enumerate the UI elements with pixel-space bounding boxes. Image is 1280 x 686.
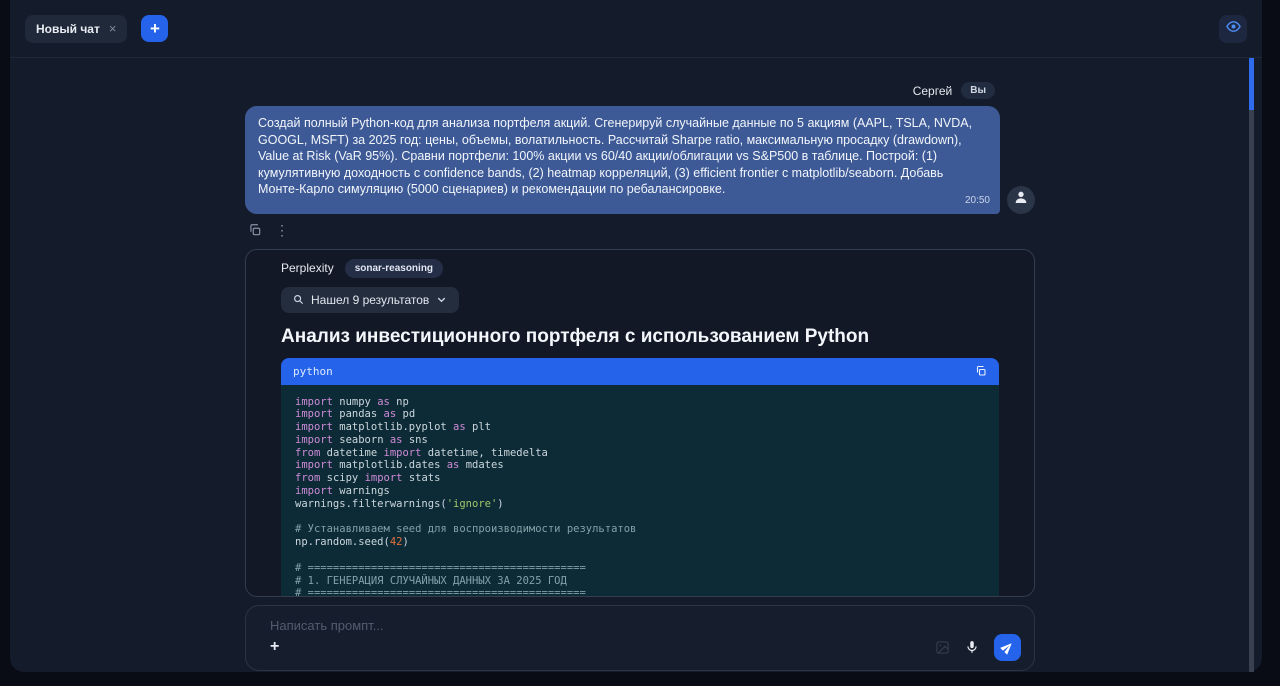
sender-row: Сергей Вы xyxy=(245,82,1035,99)
code-header: python xyxy=(281,358,999,385)
code-body: import numpy as npimport pandas as pdimp… xyxy=(281,385,999,597)
image-icon[interactable] xyxy=(935,640,950,655)
scrollbar-thumb[interactable] xyxy=(1249,58,1254,110)
code-line: # 1. ГЕНЕРАЦИЯ СЛУЧАЙНЫХ ДАННЫХ ЗА 2025 … xyxy=(295,575,985,588)
code-line: import warnings xyxy=(295,485,985,498)
code-line: np.random.seed(42) xyxy=(295,536,985,549)
copy-code-icon[interactable] xyxy=(975,365,987,377)
code-line: import pandas as pd xyxy=(295,408,985,421)
assistant-response-card: Perplexity sonar-reasoning Нашел 9 резул… xyxy=(245,249,1035,597)
code-line: import matplotlib.pyplot as plt xyxy=(295,421,985,434)
provider-row: Perplexity sonar-reasoning xyxy=(281,259,999,278)
app-panel: Новый чат × + Сергей Вы Создай полный Py… xyxy=(10,0,1262,672)
tab-label: Новый чат xyxy=(36,22,100,36)
provider-name: Perplexity xyxy=(281,261,334,275)
microphone-icon[interactable] xyxy=(965,639,979,655)
user-message-text: Создай полный Python-код для анализа пор… xyxy=(258,116,972,196)
more-options-icon[interactable]: ⋮ xyxy=(275,223,289,237)
attach-button[interactable]: + xyxy=(270,640,279,654)
code-block: python import numpy as npimport pandas a… xyxy=(281,358,999,597)
composer-actions: + xyxy=(270,634,1021,661)
chat-column: Сергей Вы Создай полный Python-код для а… xyxy=(245,58,1035,671)
message-timestamp: 20:50 xyxy=(965,193,990,210)
code-line: import matplotlib.dates as mdates xyxy=(295,459,985,472)
composer-right-icons xyxy=(935,634,1021,661)
copy-message-icon[interactable] xyxy=(248,223,262,237)
code-line: import numpy as np xyxy=(295,396,985,409)
code-line: # ======================================… xyxy=(295,562,985,575)
search-icon xyxy=(293,294,304,305)
code-line: import seaborn as sns xyxy=(295,434,985,447)
new-chat-button[interactable]: + xyxy=(141,15,168,42)
message-actions: ⋮ xyxy=(245,223,1035,237)
chevron-down-icon xyxy=(436,294,447,305)
code-line: warnings.filterwarnings('ignore') xyxy=(295,498,985,511)
user-message-row: Создай полный Python-код для анализа пор… xyxy=(245,106,1035,214)
model-badge: sonar-reasoning xyxy=(345,259,443,278)
code-line: from scipy import stats xyxy=(295,472,985,485)
send-button[interactable] xyxy=(994,634,1021,661)
code-language-label: python xyxy=(293,365,333,378)
avatar xyxy=(1007,186,1035,214)
visibility-button[interactable] xyxy=(1219,15,1247,43)
person-icon xyxy=(1013,189,1029,210)
prompt-input[interactable] xyxy=(270,618,799,633)
sender-name: Сергей xyxy=(913,84,953,98)
composer[interactable]: + xyxy=(245,605,1035,671)
search-results-label: Нашел 9 результатов xyxy=(311,293,429,307)
scrollbar-track[interactable] xyxy=(1249,58,1254,672)
tab-new-chat[interactable]: Новый чат × xyxy=(25,15,127,43)
code-line: # Устанавливаем seed для воспроизводимос… xyxy=(295,523,985,536)
code-line: # ======================================… xyxy=(295,587,985,596)
code-line: from datetime import datetime, timedelta xyxy=(295,447,985,460)
you-badge: Вы xyxy=(961,82,995,99)
search-results-button[interactable]: Нашел 9 результатов xyxy=(281,287,459,313)
response-heading: Анализ инвестиционного портфеля с исполь… xyxy=(281,326,999,348)
code-line xyxy=(295,549,985,562)
tab-close-icon[interactable]: × xyxy=(109,24,117,34)
code-line xyxy=(295,511,985,524)
topbar: Новый чат × + xyxy=(10,0,1262,58)
user-message-bubble: Создай полный Python-код для анализа пор… xyxy=(245,106,1000,214)
eye-icon xyxy=(1226,19,1241,39)
